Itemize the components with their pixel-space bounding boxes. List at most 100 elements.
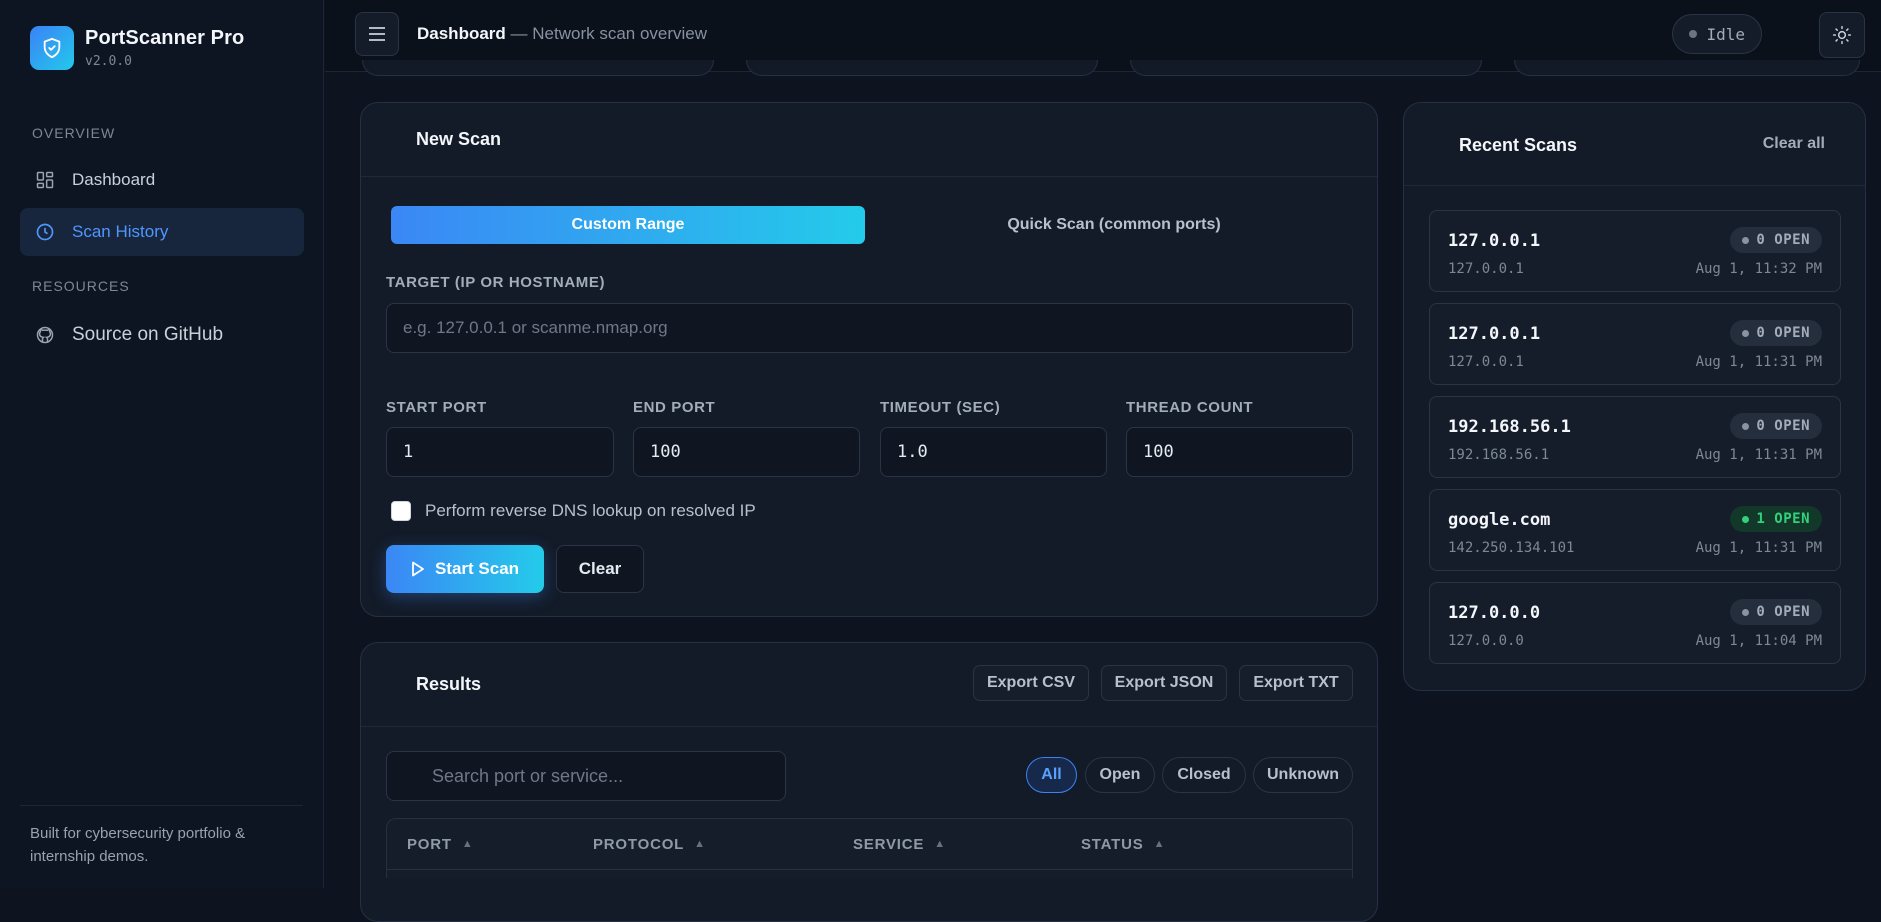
column-label: SERVICE [853,835,925,853]
recent-scan-item[interactable]: 192.168.56.1 0 OPEN 192.168.56.1 Aug 1, … [1429,396,1841,478]
start-port-input[interactable]: 1 [386,427,614,477]
reverse-dns-label: Perform reverse DNS lookup on resolved I… [425,501,756,520]
thread-count-input[interactable]: 100 [1126,427,1353,477]
badge-dot [1742,422,1750,430]
sidebar-item-scan-history[interactable]: Scan History [20,208,304,256]
scan-ip: 127.0.0.1 [1448,261,1524,277]
clear-button[interactable]: Clear [556,545,644,593]
shield-check-icon [30,26,74,70]
divider [361,726,1377,727]
results-title: Results [416,674,482,694]
page-subtitle: — Network scan overview [510,24,708,43]
stat-card-peek [362,60,714,76]
end-port-input[interactable]: 100 [633,427,860,477]
start-scan-button[interactable]: Start Scan [386,545,544,593]
page-title: Dashboard [417,24,506,43]
sidebar-item-label: Scan History [72,222,169,241]
recent-scan-item[interactable]: 127.0.0.1 0 OPEN 127.0.0.1 Aug 1, 11:31 … [1429,303,1841,385]
brand-version: v2.0.0 [85,54,132,69]
column-service[interactable]: SERVICE ▲ [853,819,946,869]
clear-all-button[interactable]: Clear all [1763,135,1825,153]
status-text: Idle [1706,24,1745,44]
stat-card-peek [746,60,1098,76]
search-input[interactable]: Search port or service... [386,751,786,801]
recent-scan-item[interactable]: 127.0.0.0 0 OPEN 127.0.0.0 Aug 1, 11:04 … [1429,582,1841,664]
open-count-badge: 1 OPEN [1730,506,1822,532]
sidebar-item-label: Source on GitHub [72,324,224,345]
timeout-label: TIMEOUT (SEC) [880,399,1001,416]
scan-ip: 127.0.0.1 [1448,354,1524,370]
stat-card-peek [1130,60,1482,76]
grid-icon [34,169,56,191]
sort-arrow-icon: ▲ [461,838,474,850]
start-port-label: START PORT [386,399,487,416]
filter-all[interactable]: All [1026,757,1077,793]
scan-host: 192.168.56.1 [1448,417,1571,437]
scan-mode-toggle: Custom Range Quick Scan (common ports) [391,206,1353,244]
divider [1404,185,1865,186]
tab-quick-scan[interactable]: Quick Scan (common ports) [875,206,1353,244]
badge-text: 0 OPEN [1756,325,1810,341]
menu-button[interactable] [355,12,399,56]
scan-time: Aug 1, 11:31 PM [1695,354,1822,370]
target-input[interactable]: e.g. 127.0.0.1 or scanme.nmap.org [386,303,1353,353]
open-count-badge: 0 OPEN [1730,320,1822,346]
badge-text: 0 OPEN [1756,604,1810,620]
stat-card-peek [1514,60,1860,76]
nav-section-resources: RESOURCES [32,278,130,294]
reverse-dns-checkbox[interactable] [391,501,411,521]
brand-title: PortScanner Pro [85,27,245,49]
sidebar-item-dashboard[interactable]: Dashboard [20,156,304,204]
column-protocol[interactable]: PROTOCOL ▲ [593,819,706,869]
scan-host: 127.0.0.1 [1448,231,1541,251]
badge-dot [1742,236,1750,244]
badge-text: 1 OPEN [1756,511,1810,527]
sort-arrow-icon: ▲ [694,838,706,850]
scan-ip: 192.168.56.1 [1448,447,1550,463]
badge-text: 0 OPEN [1756,232,1810,248]
column-port[interactable]: PORT ▲ [407,819,474,869]
divider [361,176,1377,177]
filter-unknown[interactable]: Unknown [1253,757,1353,793]
status-dot [1689,30,1698,38]
scan-host: google.com [1448,510,1551,530]
sidebar-item-label: Dashboard [72,170,156,189]
github-icon [34,324,56,346]
sidebar: PortScanner Pro v2.0.0 OVERVIEW Dashboar… [0,0,324,888]
column-status[interactable]: STATUS ▲ [1081,819,1165,869]
theme-toggle-button[interactable] [1819,12,1865,58]
recent-scan-item[interactable]: 127.0.0.1 0 OPEN 127.0.0.1 Aug 1, 11:32 … [1429,210,1841,292]
play-icon [411,561,425,577]
sun-icon [1832,25,1852,45]
filter-closed[interactable]: Closed [1162,757,1246,793]
export-txt-button[interactable]: Export TXT [1239,665,1353,701]
status-badge: Idle [1672,14,1762,54]
clock-icon [34,221,56,243]
end-port-label: END PORT [633,399,716,416]
scan-time: Aug 1, 11:31 PM [1695,540,1822,556]
scan-host: 127.0.0.1 [1448,324,1541,344]
results-card: Results Export CSV Export JSON Export TX… [360,642,1378,922]
open-count-badge: 0 OPEN [1730,599,1822,625]
recent-scans-title: Recent Scans [1459,135,1578,155]
recent-scan-item[interactable]: google.com 1 OPEN 142.250.134.101 Aug 1,… [1429,489,1841,571]
start-scan-label: Start Scan [434,559,520,578]
export-csv-button[interactable]: Export CSV [973,665,1089,701]
open-count-badge: 0 OPEN [1730,227,1822,253]
column-label: STATUS [1081,835,1144,853]
recent-scans-card: Recent Scans Clear all 127.0.0.1 0 OPEN … [1403,102,1866,691]
filter-open[interactable]: Open [1085,757,1155,793]
timeout-input[interactable]: 1.0 [880,427,1107,477]
scan-ip: 127.0.0.0 [1448,633,1524,649]
export-json-button[interactable]: Export JSON [1101,665,1227,701]
thread-count-label: THREAD COUNT [1126,399,1254,416]
target-label: TARGET (IP OR HOSTNAME) [386,274,606,291]
scan-ip: 142.250.134.101 [1448,540,1575,556]
tab-custom-range[interactable]: Custom Range [391,206,865,244]
sort-arrow-icon: ▲ [934,838,946,850]
new-scan-card: New Scan Custom Range Quick Scan (common… [360,102,1378,617]
new-scan-title: New Scan [416,129,502,149]
sort-arrow-icon: ▲ [1153,838,1166,850]
sidebar-item-github[interactable]: Source on GitHub [20,311,304,359]
brand[interactable]: PortScanner Pro v2.0.0 [30,26,244,70]
